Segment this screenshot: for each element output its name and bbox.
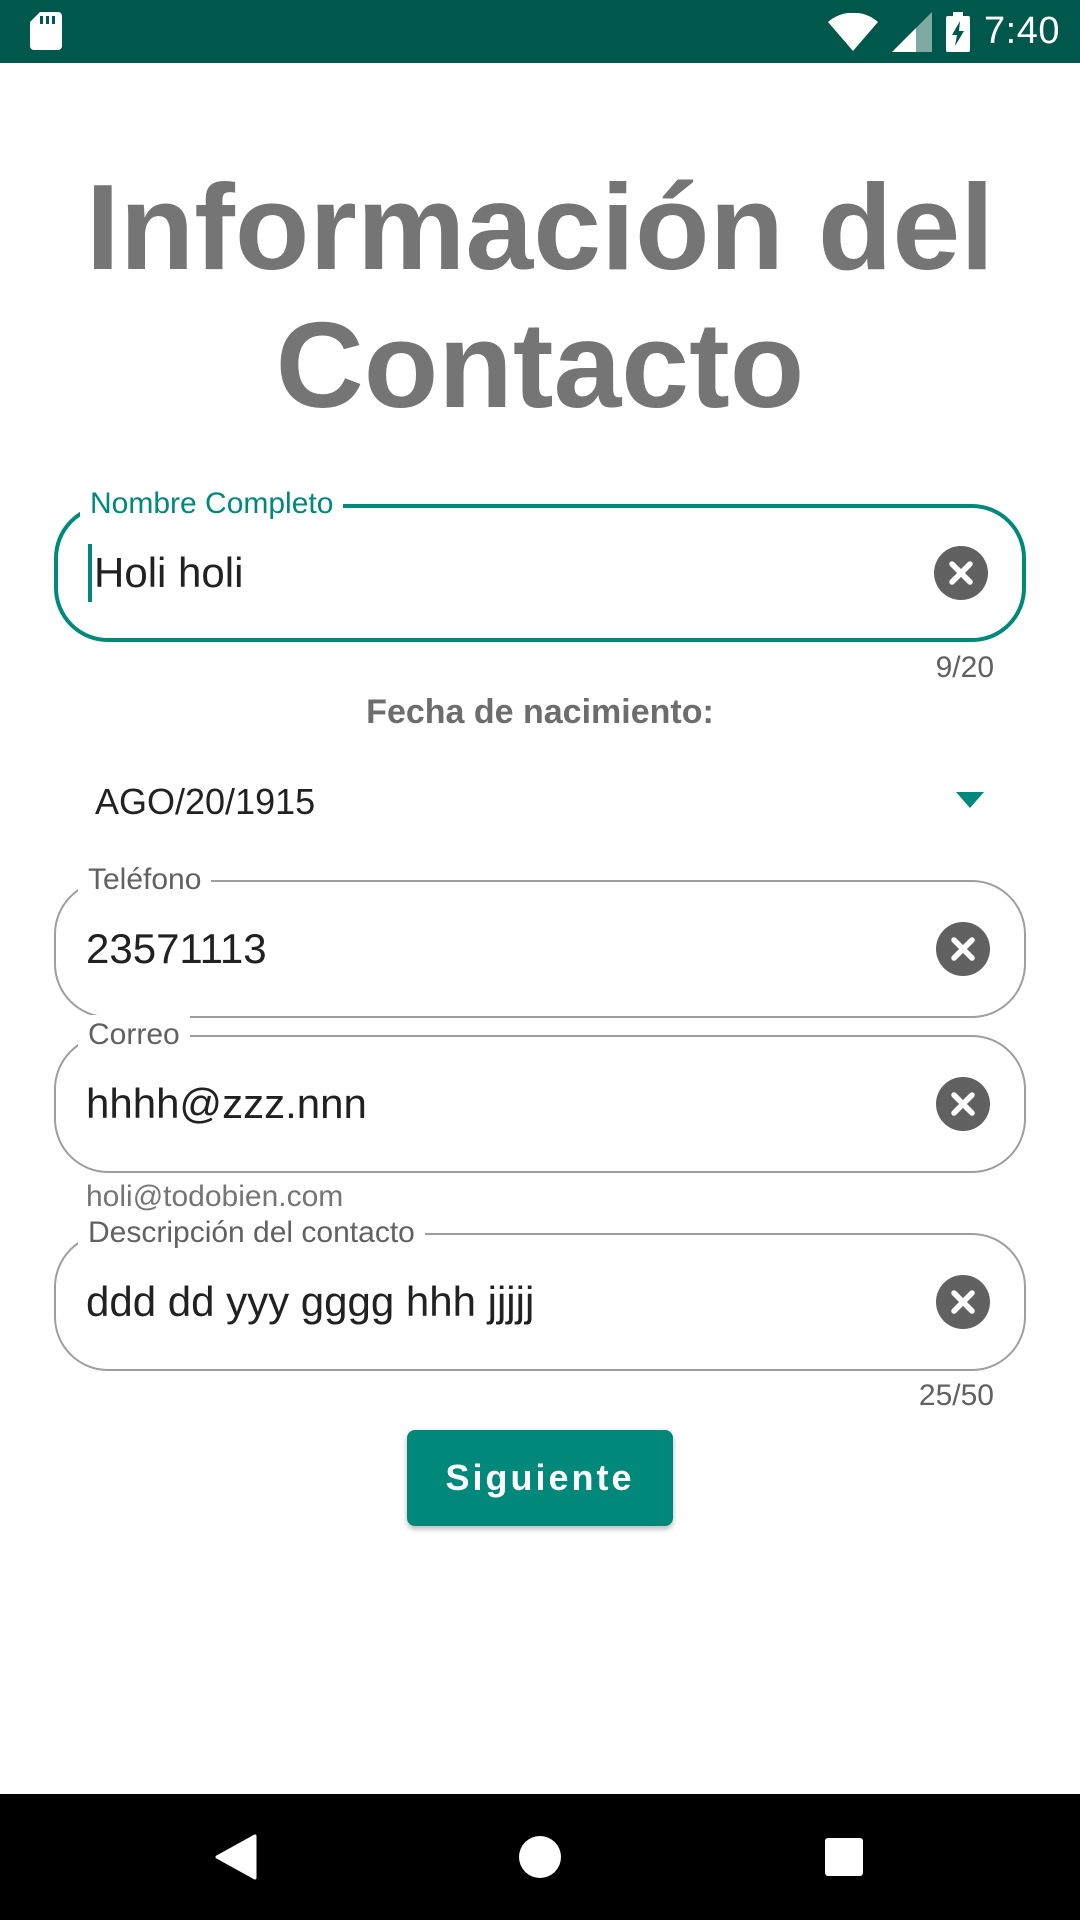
status-bar: 7:40 — [0, 0, 1080, 63]
navigation-bar — [0, 1794, 1080, 1920]
cell-signal-icon — [892, 11, 933, 52]
phone-field[interactable]: Teléfono 23571113 — [54, 860, 1026, 1018]
text-cursor — [88, 544, 92, 602]
clear-phone-button[interactable] — [936, 922, 990, 976]
close-icon — [951, 937, 975, 961]
status-time: 7:40 — [984, 10, 1060, 52]
email-input[interactable]: hhhh@zzz.nnn — [86, 1037, 367, 1171]
birth-date-value: AGO/20/1915 — [95, 781, 316, 822]
close-icon — [951, 1290, 975, 1314]
status-icons: 7:40 — [828, 0, 1060, 63]
wifi-icon — [828, 12, 879, 51]
close-icon — [949, 561, 973, 585]
clear-email-button[interactable] — [936, 1077, 990, 1131]
full-name-value: Holi holi — [94, 549, 244, 596]
close-icon — [951, 1092, 975, 1116]
recents-icon — [825, 1838, 863, 1876]
sd-card-icon — [30, 12, 62, 50]
birth-date-spinner[interactable]: AGO/20/1915 — [80, 770, 1000, 834]
birth-date-label: Fecha de nacimiento: — [366, 693, 714, 731]
full-name-field[interactable]: Nombre Completo Holi holi — [54, 484, 1026, 642]
back-icon — [215, 1834, 257, 1880]
description-counter: 25/50 — [918, 1379, 994, 1412]
full-name-counter: 9/20 — [935, 651, 994, 684]
description-field[interactable]: Descripción del contacto ddd dd yyy gggg… — [54, 1213, 1026, 1371]
email-field[interactable]: Correo hhhh@zzz.nnn — [54, 1015, 1026, 1173]
dropdown-arrow-icon — [956, 792, 984, 808]
clear-full-name-button[interactable] — [934, 546, 988, 600]
email-helper-text: holi@todobien.com — [86, 1180, 344, 1213]
page-title: Información del Contacto — [85, 159, 995, 433]
clear-description-button[interactable] — [936, 1275, 990, 1329]
next-button[interactable]: Siguiente — [407, 1430, 673, 1526]
nav-back-button[interactable] — [176, 1794, 296, 1920]
nav-recents-button[interactable] — [784, 1794, 904, 1920]
battery-charging-icon — [946, 11, 971, 52]
nav-home-button[interactable] — [480, 1794, 600, 1920]
description-input[interactable]: ddd dd yyy gggg hhh jjjjj — [86, 1235, 534, 1369]
phone-input[interactable]: 23571113 — [86, 882, 267, 1016]
home-icon — [519, 1836, 561, 1878]
full-name-input[interactable]: Holi holi — [88, 508, 243, 638]
